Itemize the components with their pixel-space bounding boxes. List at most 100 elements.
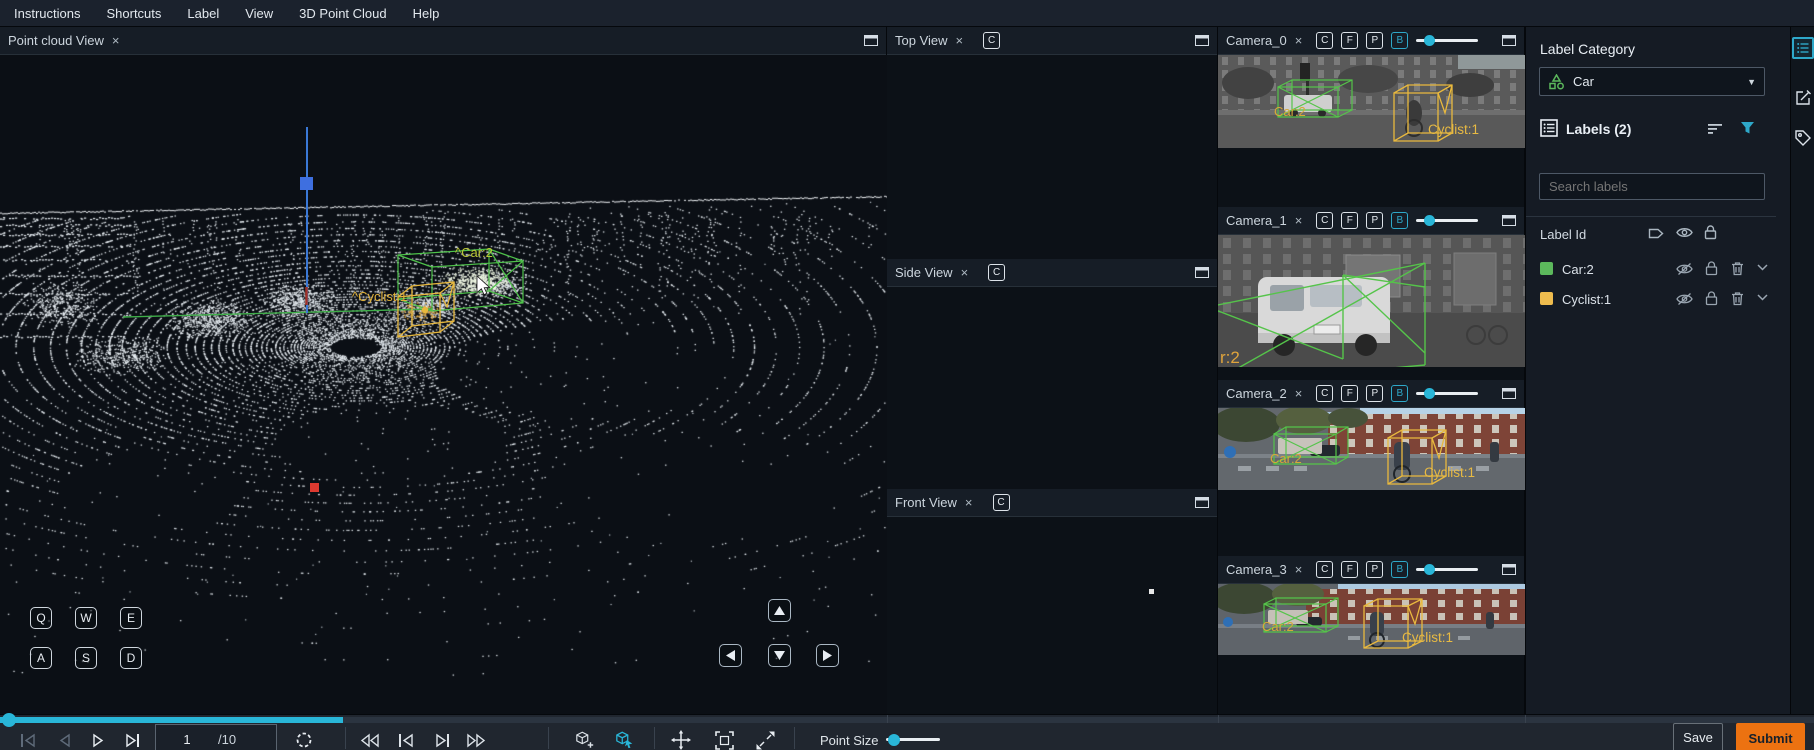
camera-b-button[interactable]: B	[1391, 212, 1408, 229]
maximize-icon[interactable]	[1502, 35, 1516, 46]
center-view-button[interactable]: C	[988, 264, 1005, 281]
camera-b-button[interactable]: B	[1391, 561, 1408, 578]
camera-f-button[interactable]: F	[1341, 561, 1358, 578]
camera-f-button[interactable]: F	[1341, 212, 1358, 229]
hotkey-d[interactable]: D	[120, 647, 142, 669]
close-icon[interactable]: ×	[956, 34, 964, 47]
axis-handle-square[interactable]	[300, 177, 313, 190]
hotkey-w[interactable]: W	[75, 607, 97, 629]
menu-label[interactable]: Label	[187, 6, 219, 21]
maximize-icon[interactable]	[1502, 564, 1516, 575]
close-icon[interactable]: ×	[961, 266, 969, 279]
label-category-dropdown[interactable]: Car ▼	[1539, 67, 1765, 96]
hotkey-e[interactable]: E	[120, 607, 142, 629]
pan-down-button[interactable]	[768, 644, 791, 667]
visibility-off-icon[interactable]	[1676, 262, 1693, 276]
pan-up-button[interactable]	[768, 599, 791, 622]
loop-playback-icon[interactable]	[294, 730, 314, 750]
camera-f-button[interactable]: F	[1341, 32, 1358, 49]
label-row-car[interactable]: Car:2	[1526, 255, 1776, 283]
edit-cuboid-icon[interactable]	[615, 730, 635, 750]
camera-b-button[interactable]: B	[1391, 385, 1408, 402]
skip-forward-button[interactable]	[432, 730, 452, 750]
hotkey-a[interactable]: A	[30, 647, 52, 669]
submit-button[interactable]: Submit	[1736, 723, 1805, 750]
sort-icon[interactable]	[1708, 123, 1724, 135]
search-labels-input[interactable]	[1540, 179, 1764, 194]
menu-3d-point-cloud[interactable]: 3D Point Cloud	[299, 6, 386, 21]
save-button[interactable]: Save	[1673, 723, 1723, 750]
next-frame-button[interactable]	[122, 730, 142, 750]
filter-icon[interactable]	[1740, 121, 1755, 135]
camera-c-button[interactable]: C	[1316, 212, 1333, 229]
frame-progress-track[interactable]	[0, 717, 1814, 723]
lock-column-icon[interactable]	[1704, 225, 1717, 240]
maximize-icon[interactable]	[1502, 388, 1516, 399]
fit-view-icon[interactable]	[714, 730, 734, 750]
center-view-button[interactable]: C	[983, 32, 1000, 49]
maximize-icon[interactable]	[864, 35, 878, 46]
center-view-button[interactable]: C	[993, 494, 1010, 511]
camera-c-button[interactable]: C	[1316, 385, 1333, 402]
rewind-button[interactable]	[360, 730, 380, 750]
camera-c-button[interactable]: C	[1316, 561, 1333, 578]
eye-column-icon[interactable]	[1676, 226, 1693, 239]
first-frame-button[interactable]	[18, 730, 38, 750]
tag-panel-tab-icon[interactable]	[1794, 129, 1812, 147]
maximize-icon[interactable]	[1195, 35, 1209, 46]
camera-1-image[interactable]: r:2	[1218, 235, 1525, 367]
camera-opacity-slider[interactable]	[1416, 568, 1478, 571]
close-icon[interactable]: ×	[1295, 34, 1303, 47]
close-icon[interactable]: ×	[965, 496, 973, 509]
pan-right-button[interactable]	[816, 644, 839, 667]
skip-back-button[interactable]	[396, 730, 416, 750]
camera-p-button[interactable]: P	[1366, 212, 1383, 229]
camera-p-button[interactable]: P	[1366, 385, 1383, 402]
tag-column-icon[interactable]	[1648, 227, 1664, 240]
point-size-slider-handle[interactable]	[888, 734, 900, 746]
chevron-down-icon[interactable]	[1757, 264, 1768, 271]
hotkey-q[interactable]: Q	[30, 607, 52, 629]
menu-instructions[interactable]: Instructions	[14, 6, 80, 21]
menu-help[interactable]: Help	[413, 6, 440, 21]
frame-number-input[interactable]	[156, 731, 218, 748]
close-icon[interactable]: ×	[112, 34, 120, 47]
fast-forward-button[interactable]	[466, 730, 486, 750]
camera-3-image[interactable]: Car:2 Cyclist:1	[1218, 584, 1525, 655]
camera-p-button[interactable]: P	[1366, 561, 1383, 578]
trash-icon[interactable]	[1731, 291, 1744, 306]
edit-panel-tab-icon[interactable]	[1794, 89, 1812, 107]
maximize-icon[interactable]	[1195, 267, 1209, 278]
fullscreen-icon[interactable]	[755, 730, 775, 750]
point-size-slider[interactable]	[886, 738, 940, 741]
camera-opacity-slider[interactable]	[1416, 39, 1478, 42]
camera-0-image[interactable]: Car:2 Cyclist:1	[1218, 55, 1525, 148]
hotkey-s[interactable]: S	[75, 647, 97, 669]
camera-opacity-slider[interactable]	[1416, 392, 1478, 395]
menu-view[interactable]: View	[245, 6, 273, 21]
move-tool-icon[interactable]	[671, 730, 691, 750]
camera-opacity-slider[interactable]	[1416, 219, 1478, 222]
visibility-off-icon[interactable]	[1676, 292, 1693, 306]
camera-f-button[interactable]: F	[1341, 385, 1358, 402]
maximize-icon[interactable]	[1195, 497, 1209, 508]
close-icon[interactable]: ×	[1295, 214, 1303, 227]
add-cuboid-icon[interactable]	[575, 730, 595, 750]
close-icon[interactable]: ×	[1295, 563, 1303, 576]
camera-b-button[interactable]: B	[1391, 32, 1408, 49]
close-icon[interactable]: ×	[1295, 387, 1303, 400]
menu-shortcuts[interactable]: Shortcuts	[106, 6, 161, 21]
lock-icon[interactable]	[1705, 291, 1718, 306]
lock-icon[interactable]	[1705, 261, 1718, 276]
frame-progress-handle[interactable]	[2, 713, 16, 727]
play-button[interactable]	[88, 730, 108, 750]
camera-2-image[interactable]: Car:2 Cyclist:1	[1218, 408, 1525, 490]
maximize-icon[interactable]	[1502, 215, 1516, 226]
previous-frame-button[interactable]	[54, 730, 74, 750]
trash-icon[interactable]	[1731, 261, 1744, 276]
labels-panel-tab-icon[interactable]	[1792, 37, 1814, 59]
camera-c-button[interactable]: C	[1316, 32, 1333, 49]
chevron-down-icon[interactable]	[1757, 294, 1768, 301]
camera-p-button[interactable]: P	[1366, 32, 1383, 49]
label-row-cyclist[interactable]: Cyclist:1	[1526, 285, 1776, 313]
